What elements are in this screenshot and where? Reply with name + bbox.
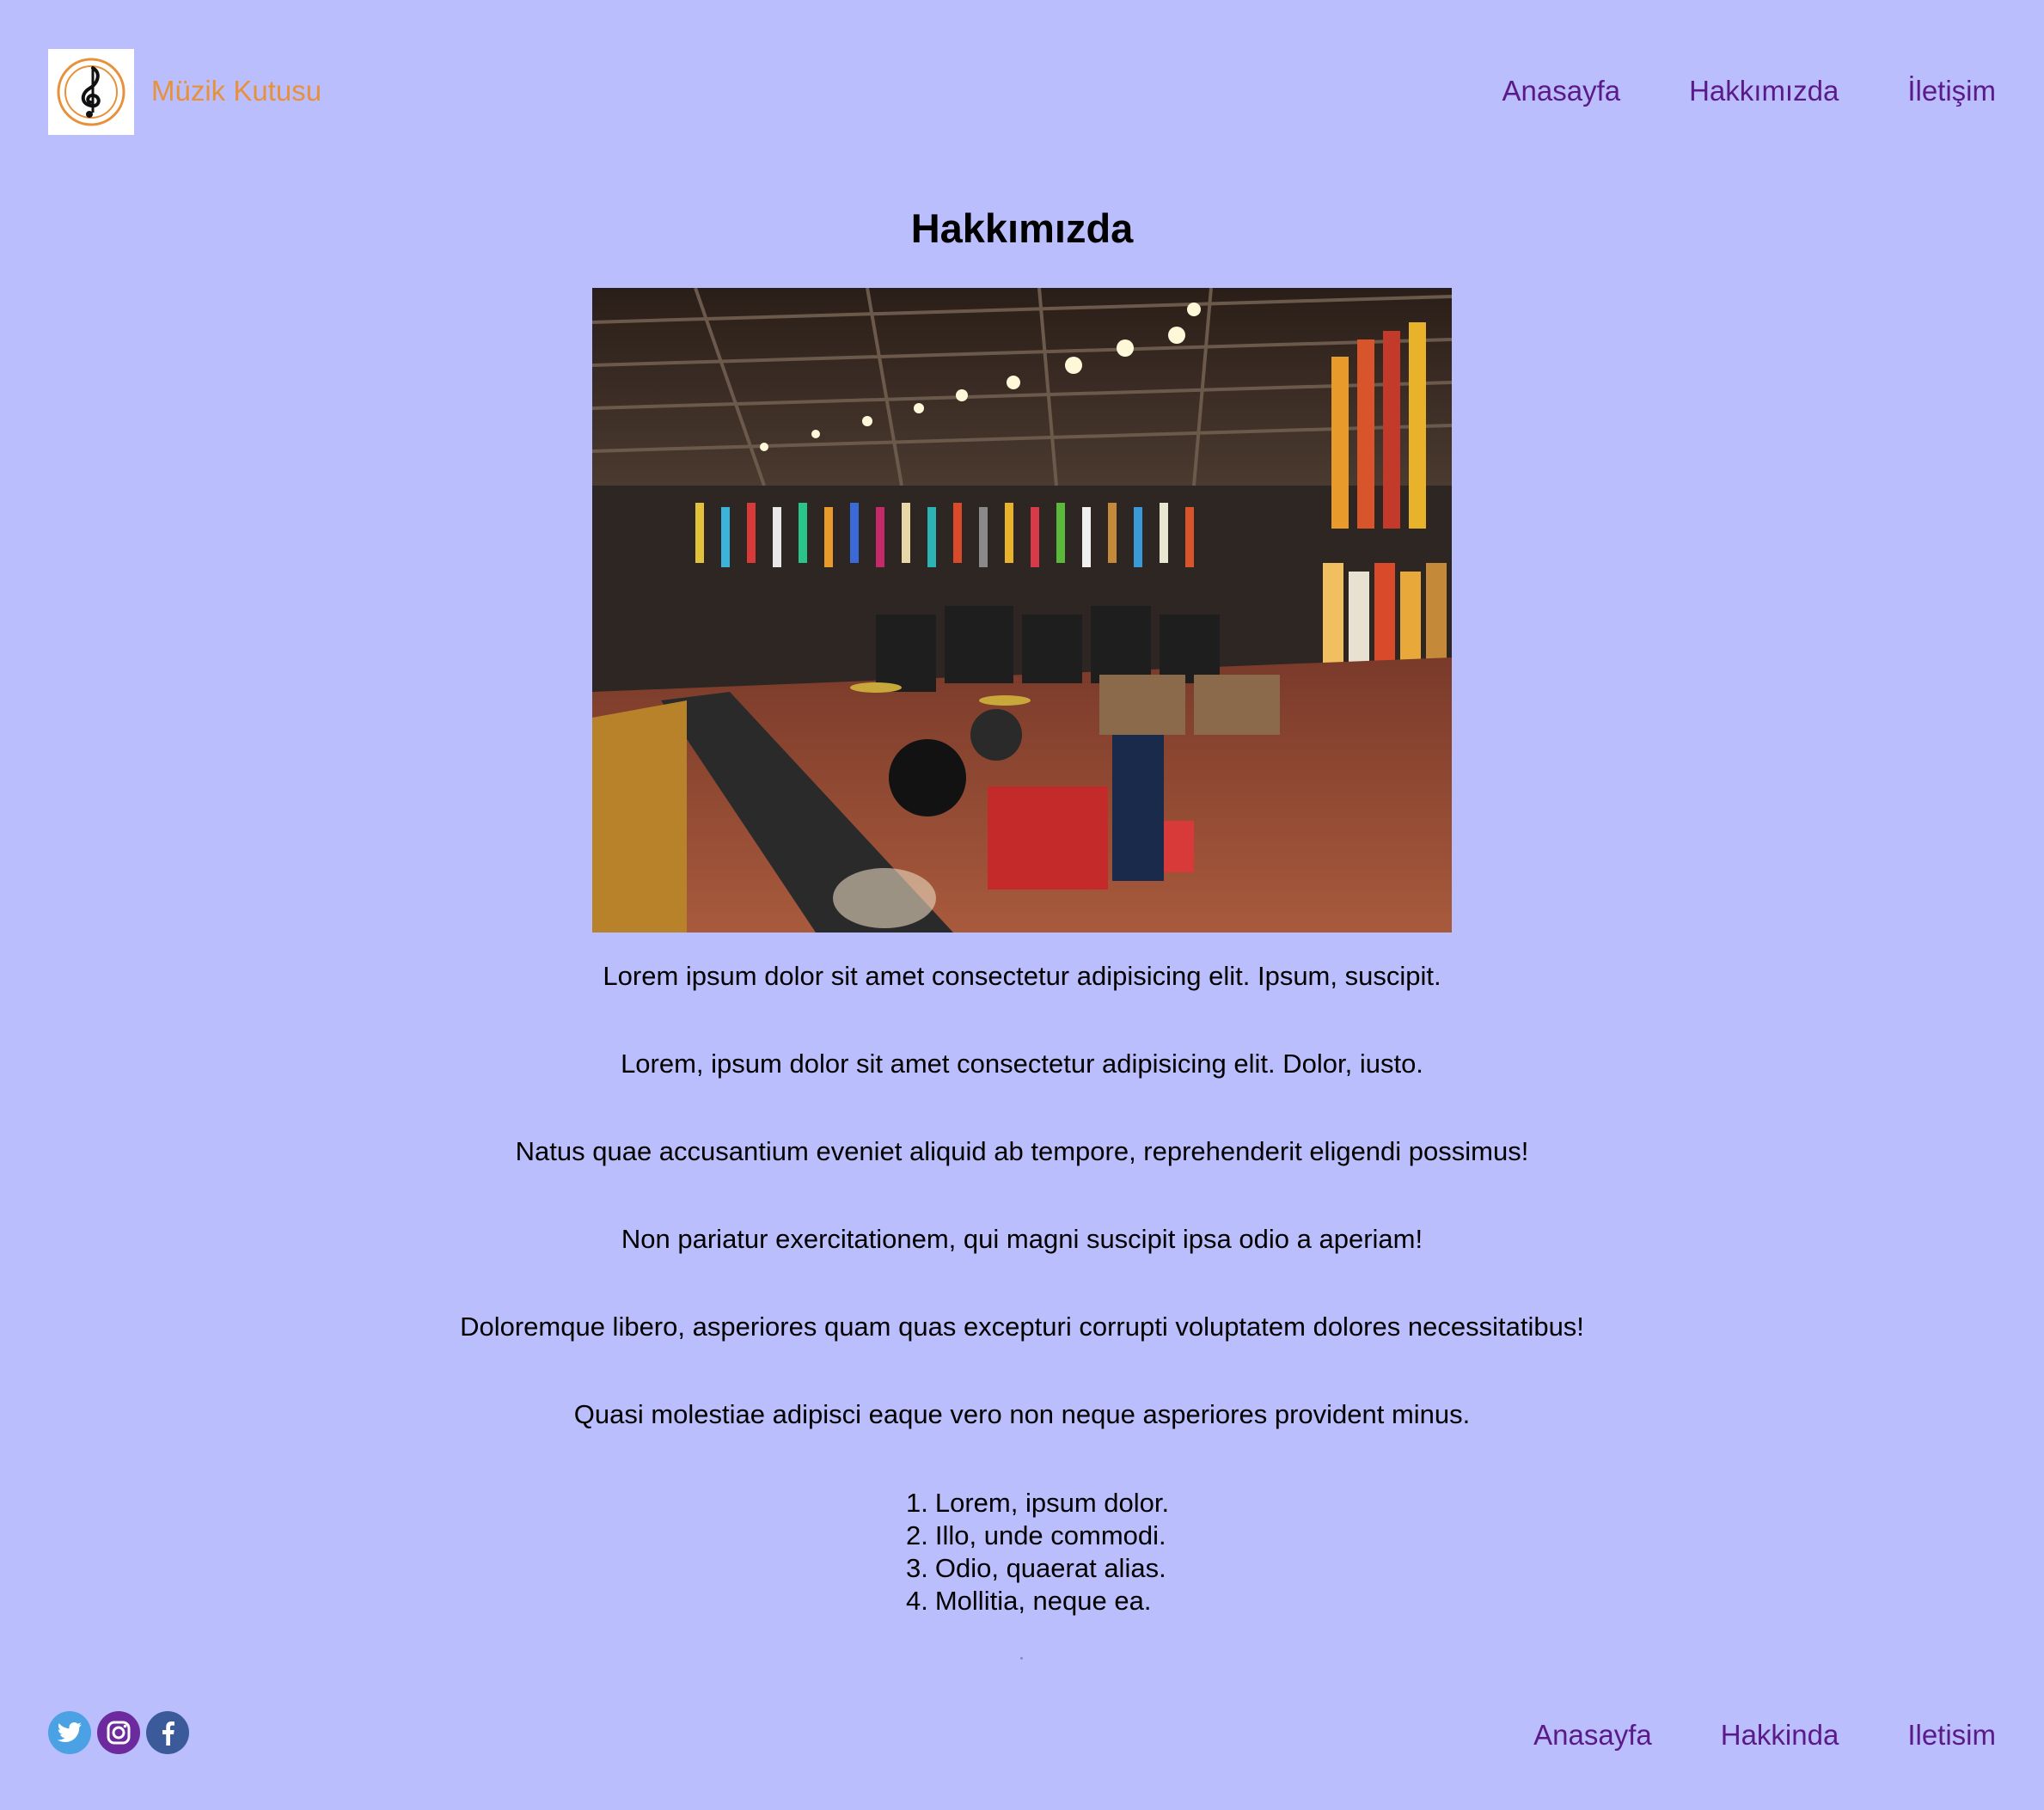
footer-nav: Anasayfa Hakkinda Iletisim: [1533, 1718, 1996, 1752]
store-photo: [592, 288, 1452, 933]
paragraph-6: Quasi molestiae adipisci eaque vero non …: [573, 1399, 1471, 1429]
list-item-text: Odio, quaerat alias.: [934, 1553, 1166, 1583]
list-item: 4. Mollitia, neque ea.: [906, 1585, 1169, 1617]
list-item: 1. Lorem, ipsum dolor.: [906, 1487, 1169, 1520]
paragraph-4: Non pariatur exercitationem, qui magni s…: [621, 1224, 1423, 1254]
list-number: 3.: [906, 1553, 928, 1583]
instagram-icon[interactable]: [97, 1711, 140, 1754]
paragraph-1: Lorem ipsum dolor sit amet consectetur a…: [603, 961, 1441, 991]
page-title: Hakkımızda: [910, 205, 1134, 251]
ordered-list: 1. Lorem, ipsum dolor. 2. Illo, unde commo…: [906, 1487, 1169, 1617]
list-number: 1.: [906, 1488, 928, 1518]
divider-dot: [1020, 1657, 1023, 1660]
list-item: 3. Odio, quaerat alias.: [906, 1552, 1169, 1585]
twitter-icon[interactable]: [48, 1711, 91, 1754]
treble-clef-icon: [57, 58, 125, 126]
paragraph-2: Lorem, ipsum dolor sit amet consectetur …: [621, 1049, 1423, 1079]
list-item-text: Mollitia, neque ea.: [934, 1586, 1152, 1616]
nav-home[interactable]: Anasayfa: [1502, 74, 1621, 108]
nav-contact[interactable]: İletişim: [1907, 74, 1996, 108]
social-links: [48, 1711, 189, 1754]
site-header: Müzik Kutusu Anasayfa Hakkımızda İletişi…: [0, 0, 2044, 180]
brand-link[interactable]: Müzik Kutusu: [151, 74, 321, 108]
list-number: 4.: [906, 1586, 928, 1616]
footer-nav-home[interactable]: Anasayfa: [1533, 1718, 1652, 1752]
list-item: 2. Illo, unde commodi.: [906, 1520, 1169, 1552]
list-number: 2.: [906, 1520, 928, 1550]
list-item-text: Illo, unde commodi.: [934, 1520, 1166, 1550]
footer-nav-about[interactable]: Hakkinda: [1721, 1718, 1839, 1752]
list-item-text: Lorem, ipsum dolor.: [934, 1488, 1170, 1518]
facebook-icon[interactable]: [146, 1711, 189, 1754]
paragraph-3: Natus quae accusantium eveniet aliquid a…: [515, 1136, 1529, 1166]
nav-about[interactable]: Hakkımızda: [1689, 74, 1839, 108]
site-logo[interactable]: [48, 49, 134, 135]
footer-nav-contact[interactable]: Iletisim: [1907, 1718, 1996, 1752]
paragraph-5: Doloremque libero, asperiores quam quas …: [460, 1312, 1584, 1342]
main-nav: Anasayfa Hakkımızda İletişim: [1502, 74, 1997, 108]
